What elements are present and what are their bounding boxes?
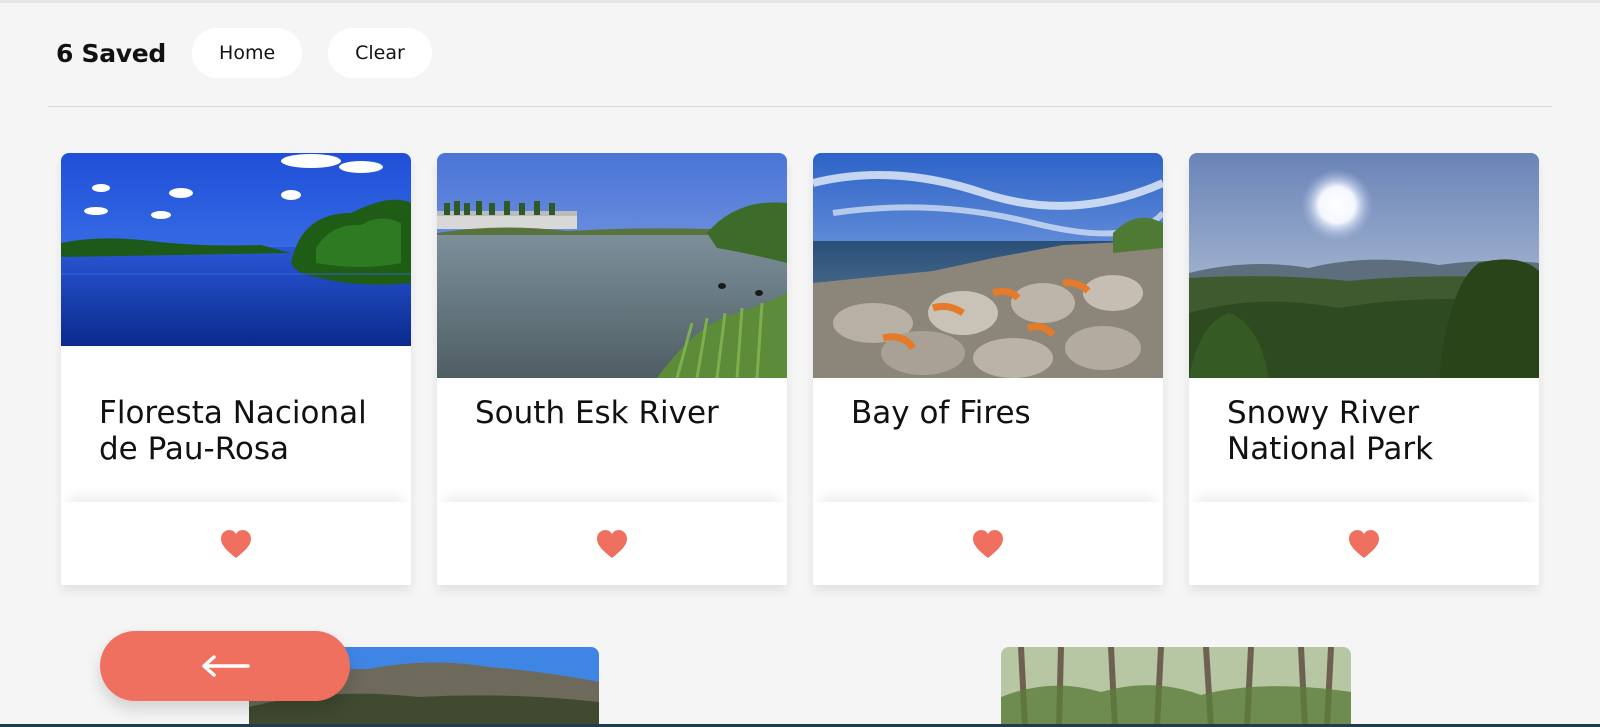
place-card[interactable]: Snowy River National Park <box>1189 153 1539 585</box>
heart-icon[interactable] <box>596 529 628 559</box>
divider <box>48 106 1552 107</box>
place-title: Bay of Fires <box>851 395 1031 431</box>
clear-button[interactable]: Clear <box>328 28 432 78</box>
place-card[interactable]: Floresta Nacional de Pau-Rosa <box>61 153 411 585</box>
heart-icon[interactable] <box>1348 529 1380 559</box>
place-photo <box>61 153 411 346</box>
saved-count: 6 Saved <box>56 38 167 68</box>
card-footer <box>1189 502 1539 585</box>
header: 6 Saved Home Clear <box>56 28 458 78</box>
heart-icon[interactable] <box>972 529 1004 559</box>
arrow-left-icon <box>202 655 250 677</box>
place-title: South Esk River <box>475 395 719 431</box>
top-border <box>0 0 1600 3</box>
place-title: Floresta Nacional de Pau-Rosa <box>99 395 367 467</box>
card-footer <box>437 502 787 585</box>
card-footer <box>61 502 411 585</box>
place-card[interactable]: South Esk River <box>437 153 787 585</box>
place-photo <box>1189 153 1539 378</box>
saved-cards: Floresta Nacional de Pau-Rosa South Esk … <box>61 153 1539 585</box>
place-photo <box>1001 647 1351 727</box>
card-footer <box>813 502 1163 585</box>
home-button[interactable]: Home <box>192 28 303 78</box>
back-button[interactable] <box>100 631 350 701</box>
heart-icon[interactable] <box>220 529 252 559</box>
place-photo <box>437 153 787 378</box>
place-card[interactable]: Bay of Fires <box>813 153 1163 585</box>
place-photo <box>813 153 1163 378</box>
place-card-partial[interactable] <box>1001 647 1351 727</box>
place-title: Snowy River National Park <box>1227 395 1434 467</box>
